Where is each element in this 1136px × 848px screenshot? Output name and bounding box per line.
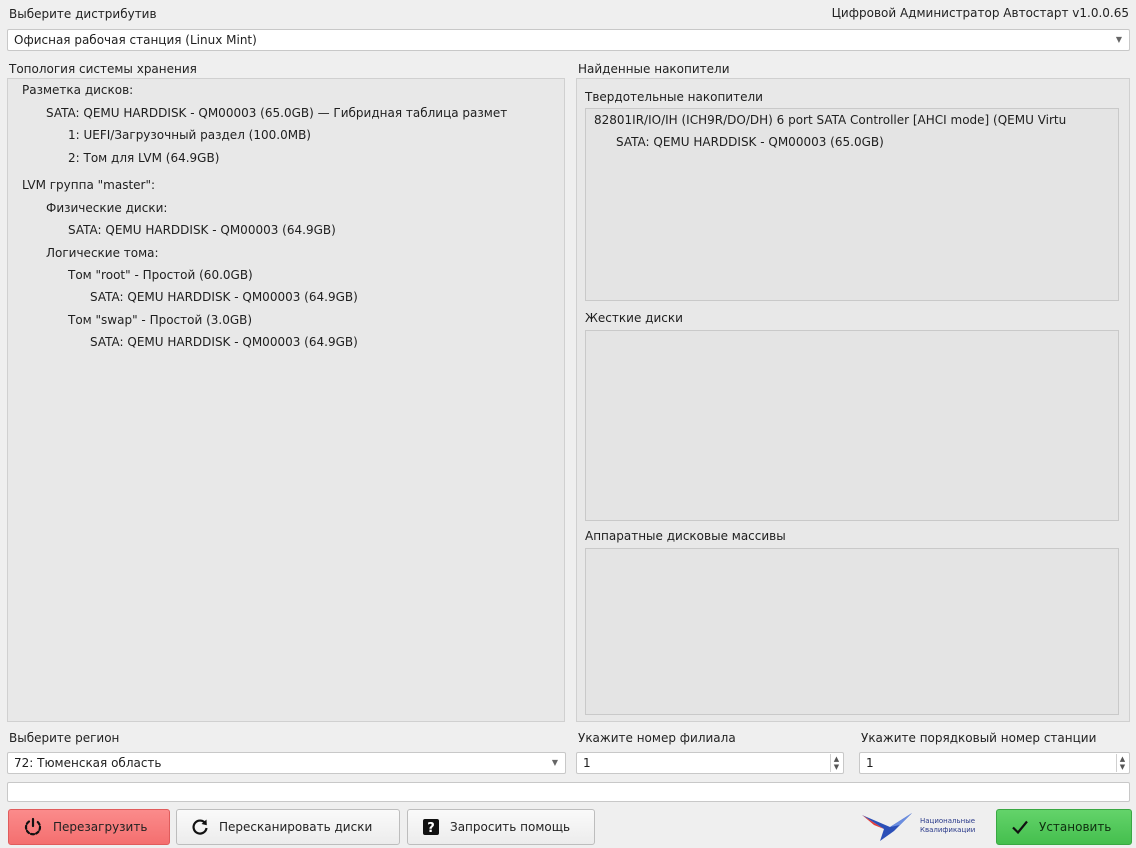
hdd-list[interactable] (585, 330, 1119, 521)
rescan-disks-button[interactable]: Пересканировать диски (176, 809, 400, 845)
hdd-label: Жесткие диски (585, 311, 683, 325)
ssd-label: Твердотельные накопители (585, 90, 763, 104)
branch-label: Укажите номер филиала (578, 731, 736, 745)
distro-label: Выберите дистрибутив (9, 7, 157, 21)
station-label: Укажите порядковый номер станции (861, 731, 1097, 745)
raid-list[interactable] (585, 548, 1119, 715)
reboot-button[interactable]: Перезагрузить (8, 809, 170, 845)
chevron-down-icon: ▼ (551, 758, 558, 767)
tree-item[interactable]: SATA: QEMU HARDDISK - QM00003 (64.9GB) (90, 290, 358, 304)
national-qualifications-logo: Национальные Квалификации (860, 806, 990, 846)
tree-item[interactable]: SATA: QEMU HARDDISK - QM00003 (64.9GB) (68, 223, 336, 237)
help-button-label: Запросить помощь (450, 820, 571, 834)
region-select[interactable]: 72: Тюменская область ▼ (7, 752, 566, 774)
refresh-icon (192, 819, 208, 835)
reboot-button-label: Перезагрузить (53, 820, 148, 834)
tree-item[interactable]: Физические диски: (46, 201, 167, 215)
power-icon (24, 817, 42, 836)
check-icon (1012, 820, 1028, 835)
spin-arrows-icon[interactable]: ▲ ▼ (1116, 754, 1128, 772)
ssd-controller-item[interactable]: 82801IR/IO/IH (ICH9R/DO/DH) 6 port SATA … (594, 113, 1066, 127)
found-drives-label: Найденные накопители (578, 62, 730, 76)
station-value: 1 (866, 756, 874, 770)
ssd-disk-item[interactable]: SATA: QEMU HARDDISK - QM00003 (65.0GB) (616, 135, 884, 149)
logo-text-line1: Национальные (920, 817, 976, 825)
tree-item[interactable]: Том "swap" - Простой (3.0GB) (68, 313, 252, 327)
app-title: Цифровой Администратор Автостарт v1.0.0.… (831, 6, 1129, 20)
station-spinbox[interactable]: 1 ▲ ▼ (859, 752, 1130, 774)
region-label: Выберите регион (9, 731, 120, 745)
found-drives-panel: Твердотельные накопители 82801IR/IO/IH (… (576, 78, 1130, 722)
distro-select-value: Офисная рабочая станция (Linux Mint) (14, 33, 257, 47)
topology-tree[interactable]: Разметка дисков: SATA: QEMU HARDDISK - Q… (7, 78, 565, 722)
branch-spinbox[interactable]: 1 ▲ ▼ (576, 752, 844, 774)
tree-item[interactable]: LVM группа "master": (22, 178, 155, 192)
rescan-button-label: Пересканировать диски (219, 820, 373, 834)
svg-text:?: ? (427, 821, 435, 836)
tree-item[interactable]: SATA: QEMU HARDDISK - QM00003 (64.9GB) (90, 335, 358, 349)
tree-item[interactable]: SATA: QEMU HARDDISK - QM00003 (65.0GB) —… (46, 106, 507, 120)
distro-select[interactable]: Офисная рабочая станция (Linux Mint) ▼ (7, 29, 1130, 51)
raid-label: Аппаратные дисковые массивы (585, 529, 786, 543)
tree-item[interactable]: Логические тома: (46, 246, 159, 260)
install-button[interactable]: Установить (996, 809, 1132, 845)
tree-item[interactable]: 1: UEFI/Загрузочный раздел (100.0MB) (68, 128, 311, 142)
help-icon: ? (423, 819, 439, 836)
status-field (7, 782, 1130, 802)
tree-item[interactable]: Разметка дисков: (22, 83, 133, 97)
tree-item[interactable]: Том "root" - Простой (60.0GB) (68, 268, 253, 282)
branch-value: 1 (583, 756, 591, 770)
install-button-label: Установить (1039, 820, 1112, 834)
chevron-down-icon: ▼ (1115, 35, 1122, 44)
spin-arrows-icon[interactable]: ▲ ▼ (830, 754, 842, 772)
request-help-button[interactable]: ? Запросить помощь (407, 809, 595, 845)
bird-logo-icon (862, 813, 912, 841)
region-select-value: 72: Тюменская область (14, 756, 162, 770)
topology-label: Топология системы хранения (9, 62, 197, 76)
tree-item[interactable]: 2: Том для LVM (64.9GB) (68, 151, 219, 165)
logo-text-line2: Квалификации (920, 826, 976, 834)
ssd-list[interactable]: 82801IR/IO/IH (ICH9R/DO/DH) 6 port SATA … (585, 108, 1119, 301)
